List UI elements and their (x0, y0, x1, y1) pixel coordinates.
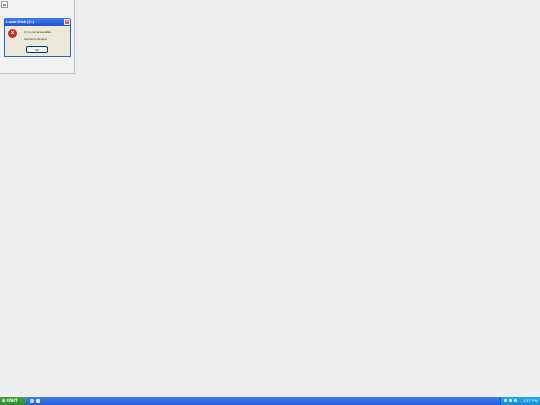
dialog-title-bar[interactable]: Local Disk (C:) × (4, 18, 71, 26)
clock[interactable]: 1:17 PM (523, 398, 538, 404)
network-icon[interactable] (504, 399, 507, 402)
dialog-body: × C:\ is not accessible. Access is denie… (5, 26, 70, 56)
browser-frame: Local Disk (C:) × × C:\ is not accessibl… (0, 0, 75, 74)
ie-icon[interactable] (30, 399, 34, 403)
dialog-title: Local Disk (C:) (6, 19, 35, 24)
dialog-message: C:\ is not accessible. (24, 30, 52, 34)
error-icon: × (8, 29, 17, 38)
start-button[interactable]: ⊞start (0, 397, 26, 405)
ok-button[interactable]: OK (26, 46, 48, 53)
dialog-submessage: Access is denied. (24, 37, 48, 41)
windows-flag-icon: ⊞ (2, 398, 6, 403)
start-label: start (6, 398, 18, 404)
close-icon: × (65, 19, 69, 25)
taskbar: ⊞start 1:17 PM (0, 397, 540, 405)
volume-icon[interactable] (509, 399, 512, 402)
close-button[interactable]: × (64, 19, 70, 25)
system-tray: 1:17 PM (500, 397, 540, 405)
error-dialog: Local Disk (C:) × × C:\ is not accessibl… (4, 18, 71, 57)
broken-image-icon (1, 1, 8, 8)
shield-icon[interactable] (514, 399, 517, 402)
desktop-icon[interactable] (36, 399, 40, 403)
